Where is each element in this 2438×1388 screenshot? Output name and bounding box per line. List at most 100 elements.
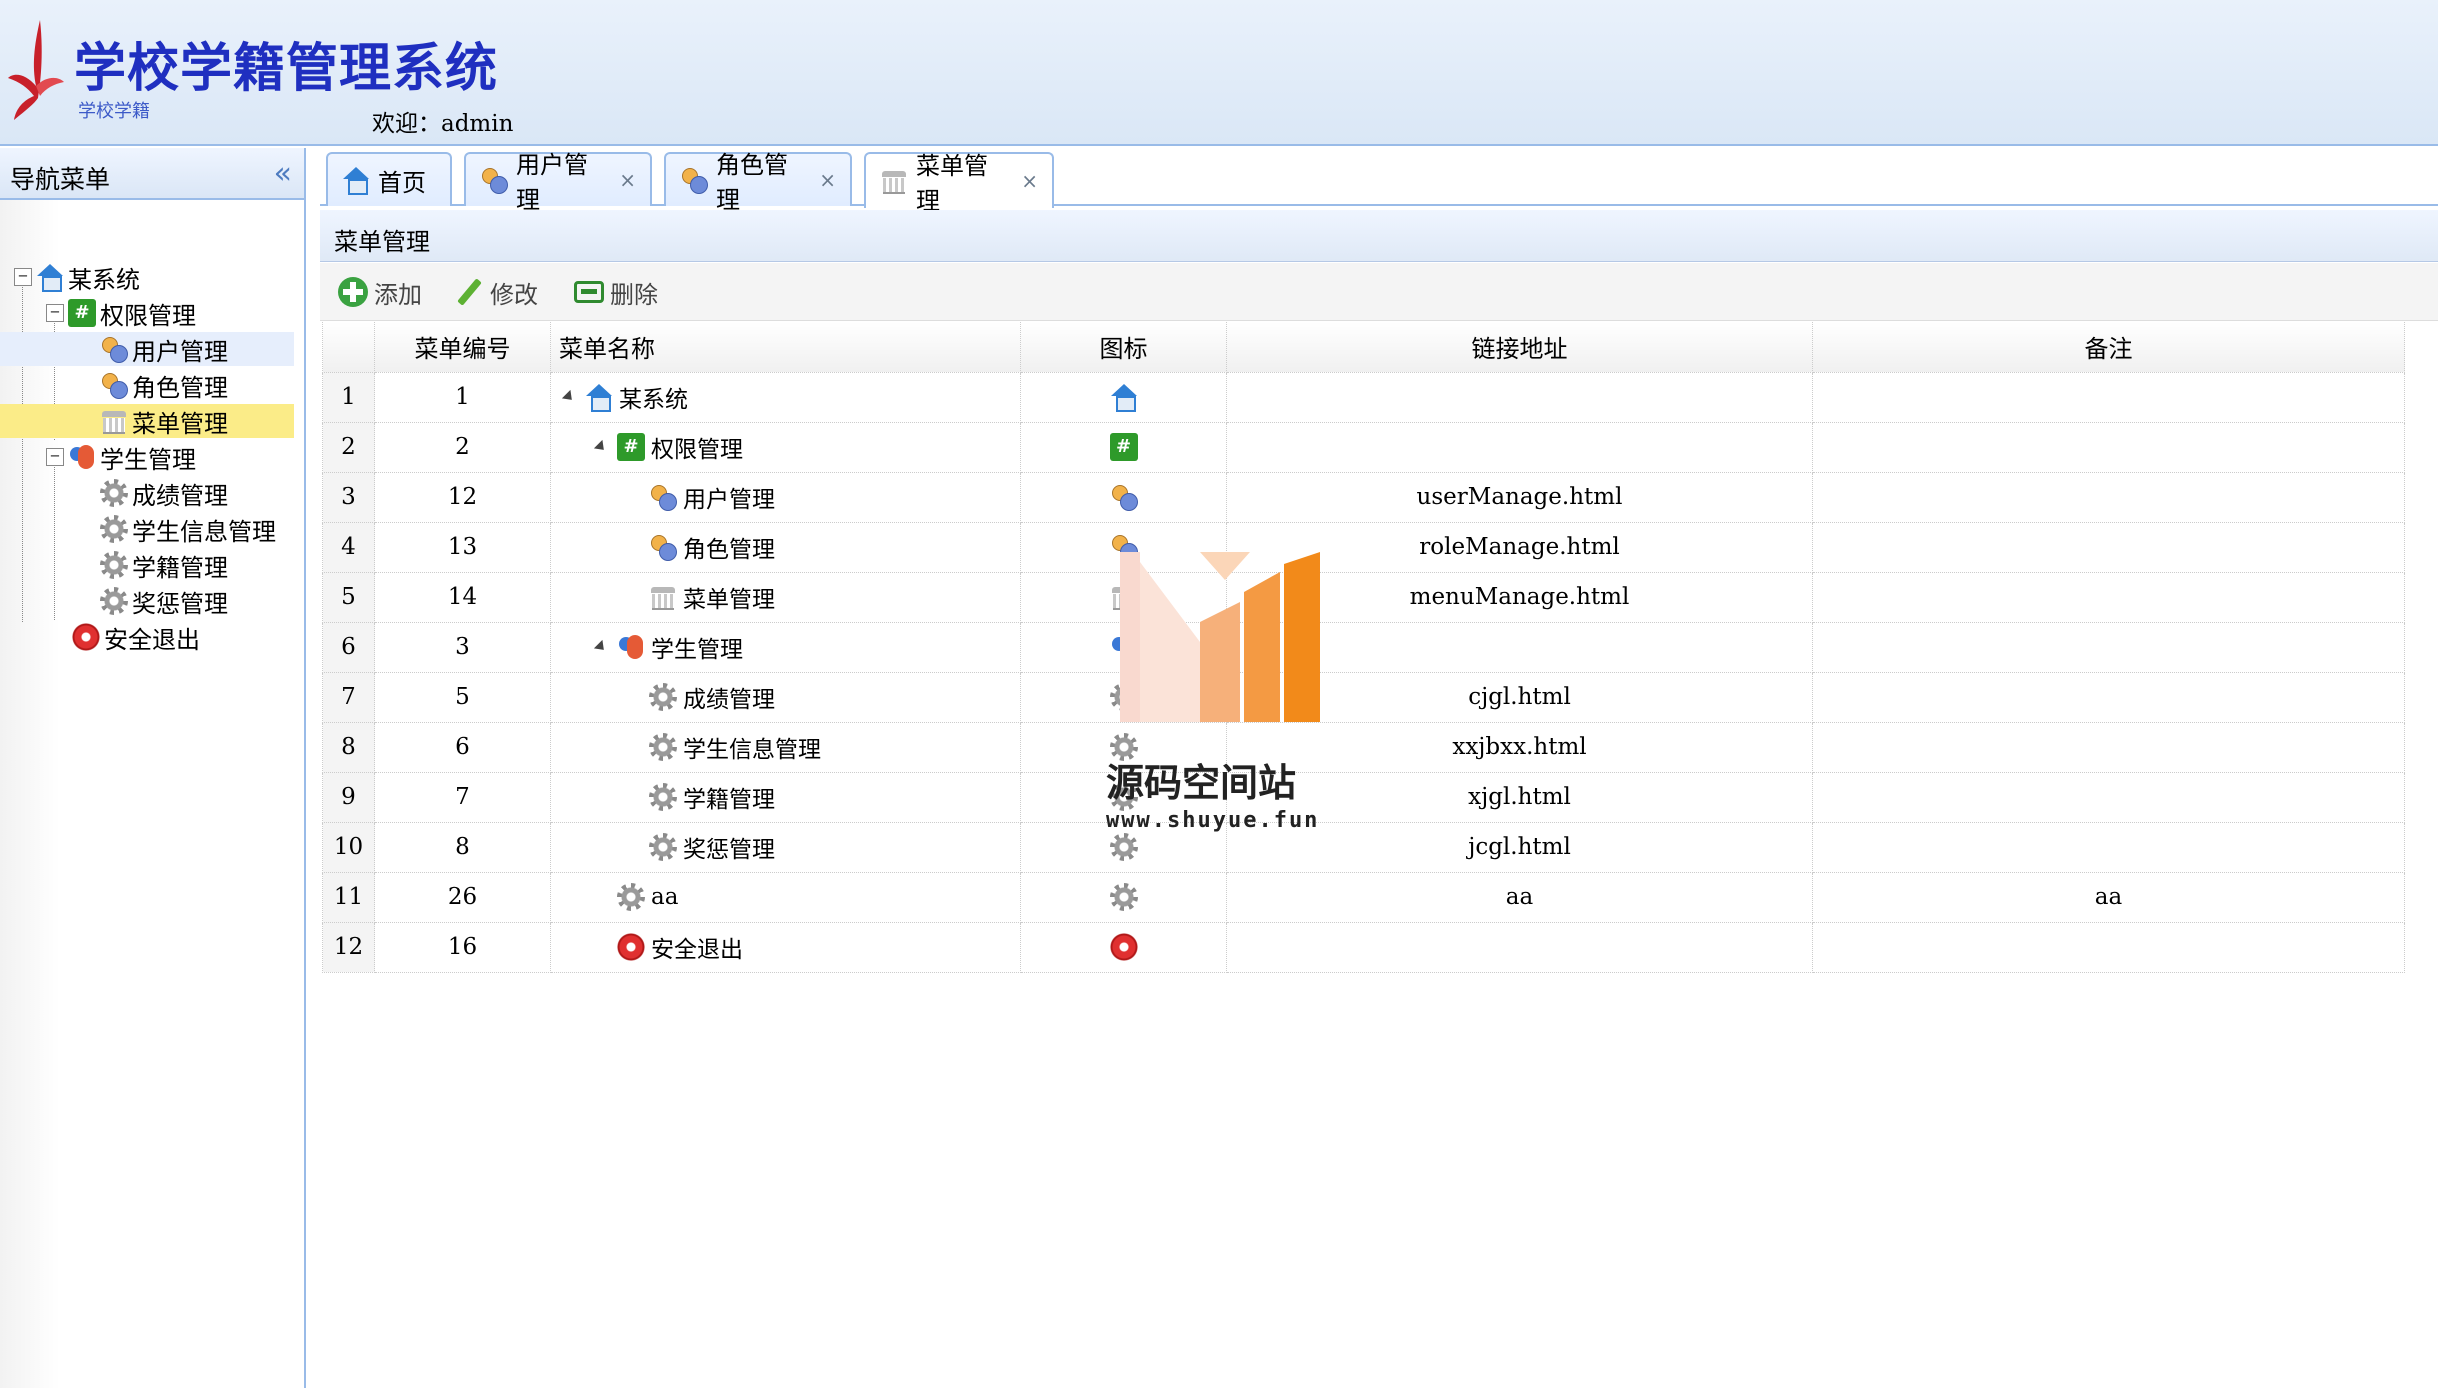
home-icon	[585, 383, 613, 412]
menu-name-text: 学生管理	[651, 637, 743, 663]
table-row[interactable]: 6 3 学生管理	[322, 621, 2405, 673]
tree-node-menu-manage[interactable]: 菜单管理	[0, 404, 294, 438]
collapse-toggle-icon[interactable]: −	[14, 268, 32, 286]
menu-name-cell: 奖惩管理	[550, 821, 1021, 873]
column-header-remark[interactable]: 备注	[1812, 322, 2405, 373]
tab-home[interactable]: 首页	[326, 152, 452, 206]
menu-remark-cell	[1812, 471, 2405, 523]
menu-url-cell: xjgl.html	[1226, 771, 1813, 823]
users-icon	[680, 166, 708, 194]
menu-icon-cell: #	[1020, 421, 1227, 473]
icon-cell-content	[1021, 733, 1226, 761]
table-row[interactable]: 9 7 学籍管理 xjgl.html	[322, 771, 2405, 823]
name-cell-content: 成绩管理	[551, 673, 1020, 722]
tree-node-user-manage[interactable]: 用户管理	[0, 332, 294, 366]
delete-button[interactable]: 删除	[574, 275, 658, 309]
menu-name-text: 菜单管理	[683, 587, 775, 613]
column-header-name[interactable]: 菜单名称	[550, 322, 1021, 373]
tree-node-role-manage[interactable]: 角色管理	[0, 368, 294, 402]
icon-cell-content	[1021, 883, 1226, 911]
menu-name-text: 用户管理	[683, 487, 775, 513]
menu-id-cell: 1	[374, 371, 551, 423]
table-row[interactable]: 10 8 奖惩管理 jcgl.html	[322, 821, 2405, 873]
tree-node-label: 某系统	[68, 265, 140, 294]
menu-name-text: 角色管理	[683, 537, 775, 563]
menu-remark-cell	[1812, 521, 2405, 573]
table-row[interactable]: 5 14 菜单管理 menuManage.html	[322, 571, 2405, 623]
row-number: 10	[322, 821, 375, 873]
column-header-id[interactable]: 菜单编号	[374, 322, 551, 373]
edit-button[interactable]: 修改	[454, 275, 538, 309]
menu-name-cell: 角色管理	[550, 521, 1021, 573]
app-header: 学校学籍管理系统 学校学籍 欢迎：admin	[0, 0, 2438, 146]
menu-icon-cell	[1020, 521, 1227, 573]
name-cell-content: 学籍管理	[551, 773, 1020, 822]
table-row[interactable]: 4 13 角色管理 roleManage.html	[322, 521, 2405, 573]
menu-url-cell	[1226, 371, 1813, 423]
icon-cell-content	[1021, 933, 1226, 961]
tree-node-logout[interactable]: 安全退出	[0, 620, 294, 654]
users-icon	[480, 166, 508, 194]
table-row[interactable]: 7 5 成绩管理 cjgl.html	[322, 671, 2405, 723]
gear-icon	[1109, 883, 1138, 911]
table-row[interactable]: 1 1 某系统	[322, 371, 2405, 423]
tab-menu-manage[interactable]: 菜单管理 ×	[864, 152, 1054, 215]
name-cell-content: 某系统	[551, 373, 1020, 422]
name-cell-content: aa	[551, 873, 1020, 922]
menu-id-cell: 12	[374, 471, 551, 523]
name-cell-content: 菜单管理	[551, 573, 1020, 622]
gear-icon	[1109, 683, 1138, 711]
tree-node-reward[interactable]: 奖惩管理	[0, 584, 294, 618]
table-row[interactable]: 8 6 学生信息管理 xxjbxx.html	[322, 721, 2405, 773]
collapse-toggle-icon[interactable]: −	[46, 448, 64, 466]
table-row[interactable]: 2 2 # 权限管理 #	[322, 421, 2405, 473]
add-button[interactable]: 添加	[338, 275, 422, 309]
row-number: 1	[322, 371, 375, 423]
student-icon	[617, 633, 645, 661]
tree-node-student-info[interactable]: 学生信息管理	[0, 512, 294, 546]
name-cell-content: 奖惩管理	[551, 823, 1020, 872]
menu-url-cell: userManage.html	[1226, 471, 1813, 523]
table-row[interactable]: 11 26 aa aa aa	[322, 871, 2405, 923]
grid-header-row: 菜单编号 菜单名称 图标 链接地址 备注	[322, 322, 2405, 373]
column-header-url[interactable]: 链接地址	[1226, 322, 1813, 373]
menu-url-cell	[1226, 621, 1813, 673]
menu-id-cell: 5	[374, 671, 551, 723]
close-icon[interactable]: ×	[1021, 169, 1038, 193]
home-icon	[36, 263, 64, 292]
menu-icon-cell	[1020, 821, 1227, 873]
tree-node-label: 菜单管理	[132, 409, 228, 438]
menu-id-cell: 8	[374, 821, 551, 873]
expand-arrow-icon[interactable]	[561, 389, 577, 405]
collapse-icon[interactable]: «	[274, 156, 292, 191]
close-icon[interactable]: ×	[819, 168, 836, 192]
expand-arrow-icon[interactable]	[593, 439, 609, 455]
nav-tree: − 某系统 − # 权限管理 用户管理 角色管理 菜单管理 − 学生管理 成绩管…	[0, 200, 304, 654]
tree-node-label: 权限管理	[100, 301, 196, 330]
tab-role-manage[interactable]: 角色管理 ×	[664, 151, 852, 214]
tree-node-student[interactable]: − 学生管理	[0, 440, 294, 474]
tree-node-root[interactable]: − 某系统	[0, 260, 294, 294]
tree-node-score[interactable]: 成绩管理	[0, 476, 294, 510]
gear-icon	[1109, 783, 1138, 811]
tree-node-permission[interactable]: − # 权限管理	[0, 296, 294, 330]
tree-node-status[interactable]: 学籍管理	[0, 548, 294, 582]
column-header-icon[interactable]: 图标	[1020, 322, 1227, 373]
table-row[interactable]: 3 12 用户管理 userManage.html	[322, 471, 2405, 523]
menu-name-text: 安全退出	[651, 937, 743, 963]
collapse-toggle-icon[interactable]: −	[46, 304, 64, 322]
home-icon	[342, 166, 370, 195]
expand-arrow-icon[interactable]	[593, 639, 609, 655]
tab-user-manage[interactable]: 用户管理 ×	[464, 151, 652, 214]
menu-remark-cell	[1812, 671, 2405, 723]
exit-icon	[617, 933, 645, 961]
row-number: 5	[322, 571, 375, 623]
table-row[interactable]: 12 16 安全退出	[322, 921, 2405, 973]
tree-node-label: 角色管理	[132, 373, 228, 402]
icon-cell-content	[1021, 483, 1226, 511]
menu-icon	[880, 167, 908, 195]
menu-name-cell: 学籍管理	[550, 771, 1021, 823]
close-icon[interactable]: ×	[619, 168, 636, 192]
tree-node-label: 学生信息管理	[132, 517, 276, 546]
menu-icon	[649, 583, 677, 611]
